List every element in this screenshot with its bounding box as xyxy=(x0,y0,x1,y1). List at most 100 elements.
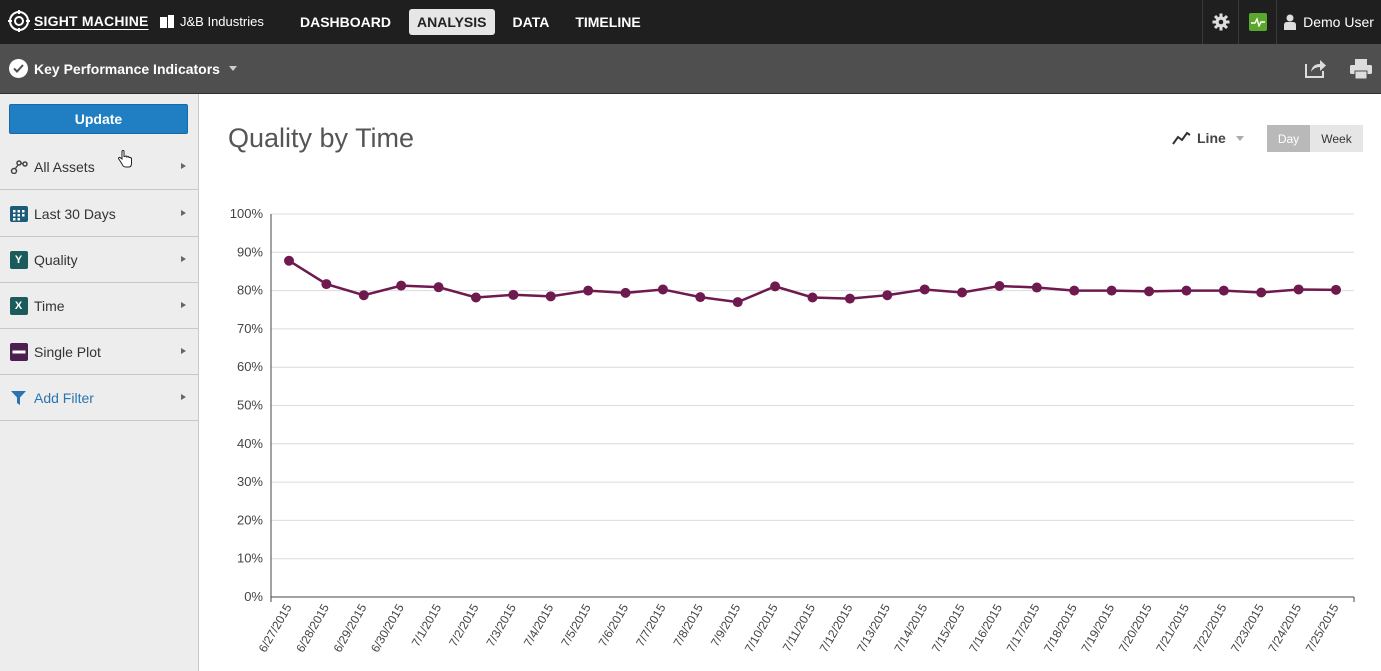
y-axis-icon: Y xyxy=(9,250,28,269)
logo-gear-icon xyxy=(8,10,30,32)
x-tick-label: 7/7/2015 xyxy=(633,601,669,649)
chart-type-selector[interactable]: Line xyxy=(1172,130,1244,146)
data-point xyxy=(358,290,369,301)
sidebar-item-label: All Assets xyxy=(34,158,95,175)
logo-text: SIGHT MACHINE xyxy=(34,13,149,29)
x-badge: X xyxy=(9,296,28,315)
period-day-button[interactable]: Day xyxy=(1267,125,1310,152)
chart-type-label: Line xyxy=(1197,130,1226,146)
sidebar-item-quality[interactable]: Y Quality xyxy=(0,237,198,283)
data-point xyxy=(433,282,444,293)
pulse-icon xyxy=(1248,13,1267,31)
sidebar-item-label: Single Plot xyxy=(34,343,101,360)
data-point xyxy=(508,289,519,300)
data-point xyxy=(844,293,855,304)
data-point xyxy=(1069,285,1080,296)
share-icon[interactable] xyxy=(1304,58,1327,78)
data-point xyxy=(1218,285,1229,296)
data-point xyxy=(1181,285,1192,296)
kpi-selector[interactable]: Key Performance Indicators xyxy=(9,59,237,78)
x-tick-label: 7/24/2015 xyxy=(1265,601,1304,655)
y-tick-label: 10% xyxy=(237,551,263,566)
data-point xyxy=(695,292,706,303)
x-tick-label: 6/27/2015 xyxy=(256,601,295,655)
sidebar: Update All Assets Last 30 Days Y Quality… xyxy=(0,94,199,671)
x-tick-label: 7/21/2015 xyxy=(1153,601,1192,655)
filter-icon xyxy=(9,388,28,407)
data-point xyxy=(1293,284,1304,295)
x-tick-label: 7/11/2015 xyxy=(780,601,819,654)
period-toggle: Day Week xyxy=(1267,125,1363,152)
data-point xyxy=(957,287,968,298)
top-navbar: SIGHT MACHINE J&B Industries DASHBOARD A… xyxy=(0,0,1381,44)
data-point xyxy=(1144,286,1155,297)
chart-title: Quality by Time xyxy=(228,123,415,153)
settings-button[interactable] xyxy=(1202,0,1238,44)
assets-icon xyxy=(9,157,28,176)
y-axis-labels: 0% 10% 20% 30% 40% 50% 60% 70% 80% 90% 100% xyxy=(230,206,264,604)
x-tick-label: 7/6/2015 xyxy=(596,601,632,649)
data-point xyxy=(396,280,407,291)
status-button[interactable] xyxy=(1238,0,1276,44)
data-point xyxy=(1256,287,1267,298)
chart-grid xyxy=(271,213,1354,560)
x-axis-icon: X xyxy=(9,296,28,315)
y-tick-label: 0% xyxy=(244,589,263,604)
sidebar-item-label: Time xyxy=(34,297,65,314)
y-tick-label: 70% xyxy=(237,321,263,336)
chart-axes xyxy=(270,214,1355,602)
data-point xyxy=(1331,284,1341,295)
user-name: Demo User xyxy=(1303,14,1374,30)
x-tick-label: 7/16/2015 xyxy=(966,601,1005,655)
user-menu[interactable]: Demo User xyxy=(1276,0,1381,44)
x-tick-label: 6/29/2015 xyxy=(331,601,370,655)
data-point xyxy=(583,285,594,296)
sidebar-item-label: Last 30 Days xyxy=(34,205,116,222)
sidebar-item-add-filter[interactable]: Add Filter xyxy=(0,375,198,421)
x-axis-labels: 6/27/20156/28/20156/29/20156/30/2015 7/1/… xyxy=(256,601,1342,655)
data-point xyxy=(620,287,631,298)
x-tick-label: 7/12/2015 xyxy=(817,601,856,655)
update-button[interactable]: Update xyxy=(9,104,188,134)
data-point xyxy=(545,291,556,302)
sidebar-item-date-range[interactable]: Last 30 Days xyxy=(0,191,198,237)
data-point xyxy=(657,284,668,295)
data-point xyxy=(882,290,893,301)
sidebar-item-all-assets[interactable]: All Assets xyxy=(0,144,198,190)
chevron-right-icon xyxy=(181,256,186,262)
x-tick-label: 7/15/2015 xyxy=(929,601,968,655)
y-tick-label: 100% xyxy=(230,206,264,221)
single-plot-icon xyxy=(9,342,28,361)
print-icon[interactable] xyxy=(1350,59,1372,79)
nav-analysis[interactable]: ANALYSIS xyxy=(409,9,495,35)
x-tick-label: 6/28/2015 xyxy=(293,601,332,655)
x-tick-label: 7/25/2015 xyxy=(1303,601,1342,655)
x-tick-label: 7/20/2015 xyxy=(1116,601,1155,655)
data-point xyxy=(770,281,781,292)
x-tick-label: 7/13/2015 xyxy=(854,601,893,655)
chevron-right-icon xyxy=(181,348,186,354)
sight-machine-logo[interactable]: SIGHT MACHINE xyxy=(8,10,149,32)
sidebar-item-single-plot[interactable]: Single Plot xyxy=(0,329,198,375)
y-tick-label: 80% xyxy=(237,283,263,298)
company-selector[interactable]: J&B Industries xyxy=(160,14,264,29)
period-week-button[interactable]: Week xyxy=(1310,125,1363,152)
y-tick-label: 50% xyxy=(237,398,263,413)
x-tick-label: 7/1/2015 xyxy=(409,601,445,649)
data-point xyxy=(1031,282,1042,293)
top-right-controls: Demo User xyxy=(1202,0,1381,44)
sidebar-item-time[interactable]: X Time xyxy=(0,283,198,329)
building-icon xyxy=(160,15,174,28)
x-tick-label: 7/14/2015 xyxy=(891,601,930,655)
nav-dashboard[interactable]: DASHBOARD xyxy=(292,9,399,35)
quality-line-chart: 0% 10% 20% 30% 40% 50% 60% 70% 80% 90% 100% 6/27/2… xyxy=(230,206,1355,655)
x-tick-label: 7/23/2015 xyxy=(1228,601,1267,655)
x-tick-label: 6/30/2015 xyxy=(368,601,407,655)
data-point xyxy=(732,297,743,308)
nav-data[interactable]: DATA xyxy=(505,9,558,35)
nav-timeline[interactable]: TIMELINE xyxy=(567,9,648,35)
sidebar-item-label: Add Filter xyxy=(34,389,94,406)
data-point xyxy=(919,284,930,295)
user-icon xyxy=(1284,14,1297,30)
kpi-title: Key Performance Indicators xyxy=(34,60,220,77)
